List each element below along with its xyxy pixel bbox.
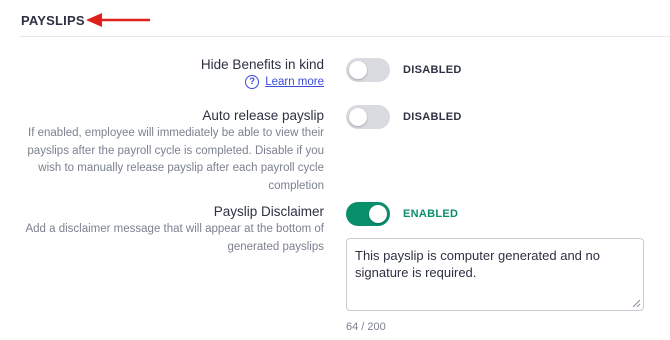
disclaimer-status: ENABLED (403, 208, 459, 220)
auto-release-status: DISABLED (403, 111, 462, 123)
toggle-knob (369, 205, 387, 223)
auto-release-desc-line: completion (268, 179, 324, 192)
section-divider (20, 36, 670, 37)
toggle-knob (349, 61, 367, 79)
auto-release-label-group: Auto release payslip If enabled, employe… (27, 107, 324, 195)
disclaimer-toggle[interactable] (346, 202, 390, 226)
learn-more-link[interactable]: Learn more (265, 76, 324, 88)
hide-benefits-toggle[interactable] (346, 58, 390, 82)
hide-benefits-title: Hide Benefits in kind (200, 57, 324, 72)
auto-release-desc-line: If enabled, employee will immediately be… (28, 127, 324, 139)
question-circle-icon[interactable]: ? (245, 75, 260, 89)
auto-release-description: If enabled, employee will immediately be… (27, 125, 324, 195)
disclaimer-desc-line: generated payslips (227, 240, 324, 253)
disclaimer-description: Add a disclaimer message that will appea… (25, 221, 324, 256)
hide-benefits-label-group: Hide Benefits in kind ? Learn more (201, 56, 324, 89)
learn-more-row: ? Learn more (201, 75, 324, 89)
disclaimer-label-group: Payslip Disclaimer Add a disclaimer mess… (25, 203, 324, 256)
toggle-knob (349, 108, 367, 126)
disclaimer-desc-line: Add a disclaimer message that will appea… (25, 223, 324, 235)
red-arrow-left-icon (86, 13, 150, 27)
char-counter: 64 / 200 (346, 321, 386, 333)
auto-release-desc-line: payslips after the payroll cycle is comp… (27, 144, 324, 157)
disclaimer-textarea[interactable]: This payslip is computer generated and n… (346, 238, 644, 311)
disclaimer-title: Payslip Disclaimer (213, 204, 324, 219)
auto-release-desc-line: wish to manually release payslip after e… (38, 162, 324, 174)
auto-release-toggle[interactable] (346, 105, 390, 129)
section-title: PAYSLIPS (21, 13, 85, 28)
hide-benefits-status: DISABLED (403, 64, 462, 76)
section-header: PAYSLIPS (0, 0, 670, 37)
auto-release-title: Auto release payslip (202, 108, 324, 123)
resize-grip-icon[interactable] (632, 299, 641, 308)
